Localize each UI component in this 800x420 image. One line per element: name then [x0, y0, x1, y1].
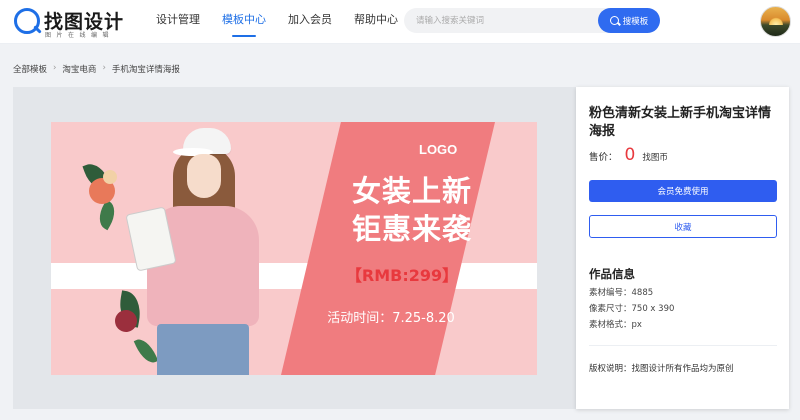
breadcrumb-item-taobao[interactable]: 淘宝电商 — [62, 63, 96, 75]
info-item-format: 素材格式：px — [589, 320, 642, 330]
user-avatar[interactable] — [760, 6, 791, 37]
price-unit: 找图币 — [642, 153, 668, 163]
search-icon — [609, 16, 619, 25]
nav-help-center[interactable]: 帮助中心 — [354, 0, 398, 44]
work-info-list: 素材编号：4885 像素尺寸：750 x 390 素材格式：px — [589, 285, 674, 333]
copyright-note: 版权说明：找图设计所有作品均为原创 — [589, 364, 734, 374]
breadcrumb-separator-icon: › — [53, 63, 57, 73]
search-bar: 搜模板 — [404, 8, 660, 33]
nav-join-member[interactable]: 加入会员 — [288, 0, 332, 44]
price-row: 售价： 0 找图币 — [589, 145, 668, 165]
nav-design-manage[interactable]: 设计管理 — [156, 0, 200, 44]
poster-logo-text: LOGO — [419, 142, 458, 157]
poster-slant-panel — [281, 122, 495, 375]
search-button[interactable]: 搜模板 — [598, 8, 660, 33]
poster-price: 【RMB:299】 — [345, 266, 459, 285]
poster-title: 女装上新 钜惠来袭 — [317, 172, 507, 248]
poster-title-line1: 女装上新 — [351, 174, 472, 208]
poster-model-figure — [125, 128, 261, 375]
price-value: 0 — [624, 145, 636, 165]
price-label: 售价： — [589, 152, 618, 163]
logo-subtitle: 图片在线编辑 — [45, 32, 115, 39]
template-title: 粉色清新女装上新手机淘宝详情海报 — [589, 106, 772, 139]
breadcrumb-separator-icon: › — [102, 63, 106, 73]
info-item-id: 素材编号：4885 — [589, 288, 654, 298]
site-logo[interactable]: 找图设计 图片在线编辑 — [14, 8, 132, 39]
poster-title-line2: 钜惠来袭 — [351, 212, 472, 246]
poster-date: 活动时间：7.25-8.20 — [327, 311, 455, 326]
nav-template-center[interactable]: 模板中心 — [222, 0, 266, 44]
info-item-size: 像素尺寸：750 x 390 — [589, 304, 675, 314]
breadcrumb: 全部模板 › 淘宝电商 › 手机淘宝详情海报 — [13, 63, 180, 75]
breadcrumb-item-current: 手机淘宝详情海报 — [111, 65, 180, 75]
template-poster-image[interactable]: LOGO 女装上新 钜惠来袭 【RMB:299】 活动时间：7.25-8.20 — [51, 122, 537, 375]
work-info-heading: 作品信息 — [589, 267, 635, 281]
favorite-button[interactable]: 收藏 — [589, 215, 777, 238]
top-header: 找图设计 图片在线编辑 设计管理 模板中心 加入会员 帮助中心 搜模板 — [0, 0, 800, 44]
search-input[interactable] — [404, 8, 598, 33]
breadcrumb-item-all-templates[interactable]: 全部模板 — [13, 63, 47, 75]
template-preview-area: LOGO 女装上新 钜惠来袭 【RMB:299】 活动时间：7.25-8.20 — [13, 87, 576, 409]
panel-divider — [589, 345, 777, 346]
template-detail-panel: 粉色清新女装上新手机淘宝详情海报 售价： 0 找图币 会员免费使用 收藏 作品信… — [576, 87, 789, 409]
search-button-label: 搜模板 — [622, 16, 649, 27]
main-nav: 设计管理 模板中心 加入会员 帮助中心 — [156, 0, 398, 44]
member-free-use-button[interactable]: 会员免费使用 — [589, 180, 777, 202]
logo-magnifier-icon — [14, 8, 40, 34]
